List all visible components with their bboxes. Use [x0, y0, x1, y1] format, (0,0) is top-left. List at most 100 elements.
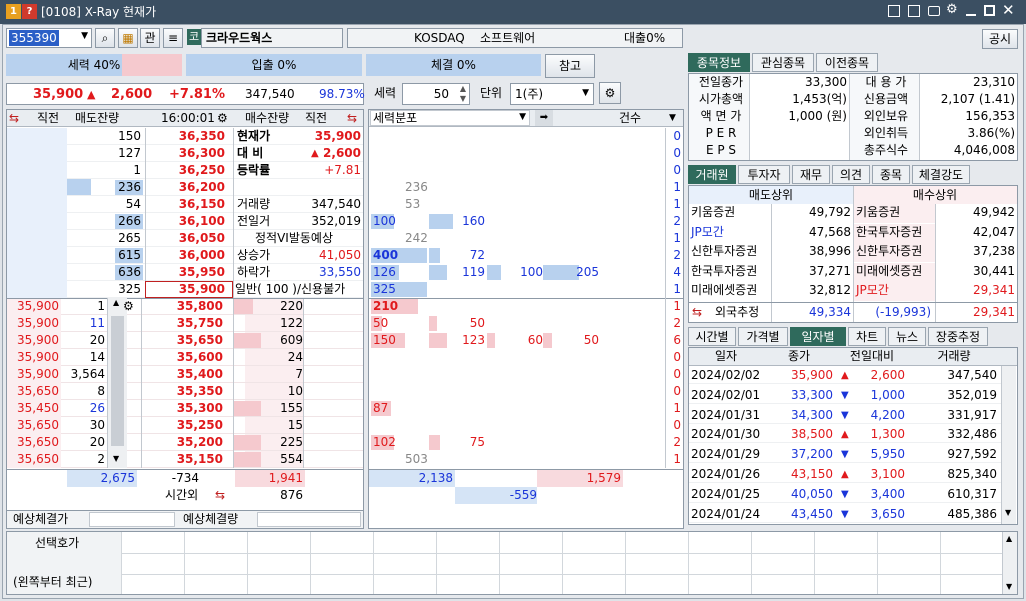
tab-0[interactable]: 거래원 [688, 165, 736, 184]
tab-3[interactable]: 의견 [832, 165, 870, 184]
ask-row[interactable]: 236 36,200 [67, 179, 363, 196]
tick-qty: 26 [89, 401, 105, 415]
bid-row[interactable]: 35,900 11 35,750 122 [7, 315, 363, 332]
search-icon[interactable]: ⌕ [95, 28, 115, 48]
gear-icon[interactable]: ⚙ [123, 299, 134, 313]
bid-row[interactable]: 35,900 20 35,650 609 [7, 332, 363, 349]
tab-2[interactable]: 일자별 [790, 327, 846, 346]
broker-name[interactable]: 신한투자증권 [856, 243, 922, 260]
ask-area: 150 36,350 127 36,300 1 36,250 236 36,200 54 36,1… [67, 128, 363, 468]
stepper-arrows-icon[interactable]: ▲ ▼ [460, 84, 466, 104]
minimize-icon[interactable] [966, 14, 976, 16]
tab-5[interactable]: 장중추정 [928, 327, 988, 346]
reference-button[interactable]: 참고 [545, 54, 595, 78]
bid-row[interactable]: 35,900 14 35,600 24 [7, 349, 363, 366]
tab-1[interactable]: 관심종목 [752, 53, 814, 72]
info-down: 33,550 [319, 265, 361, 279]
dist-row: 325 1 [369, 281, 683, 298]
scroll-up-icon[interactable]: ▲ [113, 298, 119, 307]
settings-icon[interactable]: ⚙ [946, 2, 958, 17]
bid-row[interactable]: 35,650 8 35,350 10 [7, 383, 363, 400]
info-key: 시가총액 [698, 92, 744, 106]
swap-icon[interactable]: ⇆ [347, 110, 357, 127]
dist-total-left: 2,138 [418, 471, 453, 485]
tab-4[interactable]: 뉴스 [888, 327, 926, 346]
ask-remain: 266 [118, 214, 141, 228]
help-badge[interactable]: ? [22, 4, 37, 19]
swap-icon[interactable]: ⇆ [692, 304, 702, 321]
tab-3[interactable]: 차트 [848, 327, 886, 346]
expected-price-field [89, 512, 175, 527]
arrow-right-icon[interactable]: ➡ [535, 110, 553, 126]
chevron-down-icon[interactable]: ▼ [519, 112, 526, 122]
broker-name[interactable]: 한국투자증권 [691, 263, 757, 280]
bid-row[interactable]: 35,900 1 35,800 220 [7, 298, 363, 315]
broker-name[interactable]: 키움증권 [691, 204, 735, 221]
list-icon[interactable]: ≡ [163, 28, 183, 48]
dist-select[interactable]: 세력분포 ▼ [370, 110, 530, 126]
tick-scrollbar[interactable]: ▲ ▼ [107, 298, 127, 468]
tab-1[interactable]: 투자자 [738, 165, 790, 184]
calendar-icon[interactable]: ▦ [118, 28, 138, 48]
code-input[interactable]: 355390 ▼ [6, 28, 92, 48]
ask-price: 36,250 [178, 163, 225, 177]
tab-2[interactable]: 재무 [792, 165, 830, 184]
scroll-thumb[interactable] [111, 316, 124, 446]
tab-5[interactable]: 체결강도 [912, 165, 970, 184]
broker-name[interactable]: 신한투자증권 [691, 243, 757, 260]
bid-row[interactable]: 35,650 30 35,250 15 [7, 417, 363, 434]
daily-row[interactable]: 2024/01/31 34,300 ▼ 4,200 331,917 [689, 407, 1001, 424]
layout-icon[interactable] [888, 5, 900, 17]
tab-0[interactable]: 종목정보 [688, 53, 750, 72]
gear-icon[interactable]: ⚙ [217, 111, 228, 125]
broker-name[interactable]: JP모간 [691, 224, 724, 241]
scroll-up-icon[interactable]: ▲ [1006, 534, 1012, 543]
chevron-down-icon[interactable]: ▼ [81, 31, 88, 41]
interest-button[interactable]: 관 [140, 28, 160, 48]
broker-name[interactable]: JP모간 [856, 282, 889, 299]
dist-count: 0 [673, 163, 681, 177]
scroll-down-icon[interactable]: ▼ [1005, 508, 1011, 517]
daily-volume: 485,386 [947, 506, 997, 521]
daily-row[interactable]: 2024/01/26 43,150 ▲ 3,100 825,340 [689, 466, 1001, 483]
bid-row[interactable]: 35,900 3,564 35,400 7 [7, 366, 363, 383]
close-icon[interactable]: ✕ [1002, 1, 1015, 19]
daily-row[interactable]: 2024/01/30 38,500 ▲ 1,300 332,486 [689, 426, 1001, 444]
camera-icon[interactable] [928, 6, 940, 16]
broker-name[interactable]: 미래에셋증권 [856, 263, 922, 280]
scroll-down-icon[interactable]: ▼ [1006, 582, 1012, 591]
daily-row[interactable]: 2024/02/02 35,900 ▲ 2,600 347,540 [689, 367, 1001, 384]
daily-row[interactable]: 2024/02/01 33,300 ▼ 1,000 352,019 [689, 387, 1001, 404]
tab-1[interactable]: 가격별 [738, 327, 788, 346]
swap-icon[interactable]: ⇆ [9, 110, 19, 127]
tick-qty: 3,564 [70, 367, 105, 381]
chevron-down-icon[interactable]: ▼ [669, 113, 676, 123]
bid-remain: 609 [280, 333, 303, 347]
maximize-icon[interactable] [984, 5, 995, 16]
force-stepper[interactable]: 50 ▲ ▼ [402, 83, 470, 105]
daily-scrollbar[interactable]: ▼ [1001, 366, 1016, 524]
broker-name[interactable]: 키움증권 [856, 204, 900, 221]
tab-4[interactable]: 종목 [872, 165, 910, 184]
settings-gear-button[interactable]: ⚙ [599, 82, 621, 104]
copy-icon[interactable] [908, 5, 920, 17]
broker-name[interactable]: 미래에셋증권 [691, 282, 757, 299]
daily-row[interactable]: 2024/01/25 40,050 ▼ 3,400 610,317 [689, 486, 1001, 503]
bottom-scrollbar[interactable]: ▲ ▼ [1002, 532, 1017, 594]
unit-select[interactable]: 1(주) ▼ [510, 83, 594, 105]
daily-arrow-icon: ▼ [841, 488, 849, 500]
daily-row[interactable]: 2024/01/24 43,450 ▼ 3,650 485,386 [689, 506, 1001, 523]
notice-button[interactable]: 공시 [982, 29, 1018, 49]
bid-row[interactable]: 35,450 26 35,300 155 [7, 400, 363, 417]
chevron-down-icon[interactable]: ▼ [582, 88, 589, 98]
scroll-down-icon[interactable]: ▼ [113, 454, 119, 463]
tab-0[interactable]: 시간별 [688, 327, 736, 346]
current-price-box [145, 281, 233, 298]
daily-row[interactable]: 2024/01/29 37,200 ▼ 5,950 927,592 [689, 446, 1001, 464]
bid-row[interactable]: 35,650 2 35,150 554 [7, 451, 363, 468]
swap-icon[interactable]: ⇆ [215, 487, 225, 504]
bid-row[interactable]: 35,650 20 35,200 225 [7, 434, 363, 451]
tab-2[interactable]: 이전종목 [816, 53, 878, 72]
broker-name[interactable]: 한국투자증권 [856, 224, 922, 241]
daily-arrow-icon: ▼ [841, 449, 849, 461]
